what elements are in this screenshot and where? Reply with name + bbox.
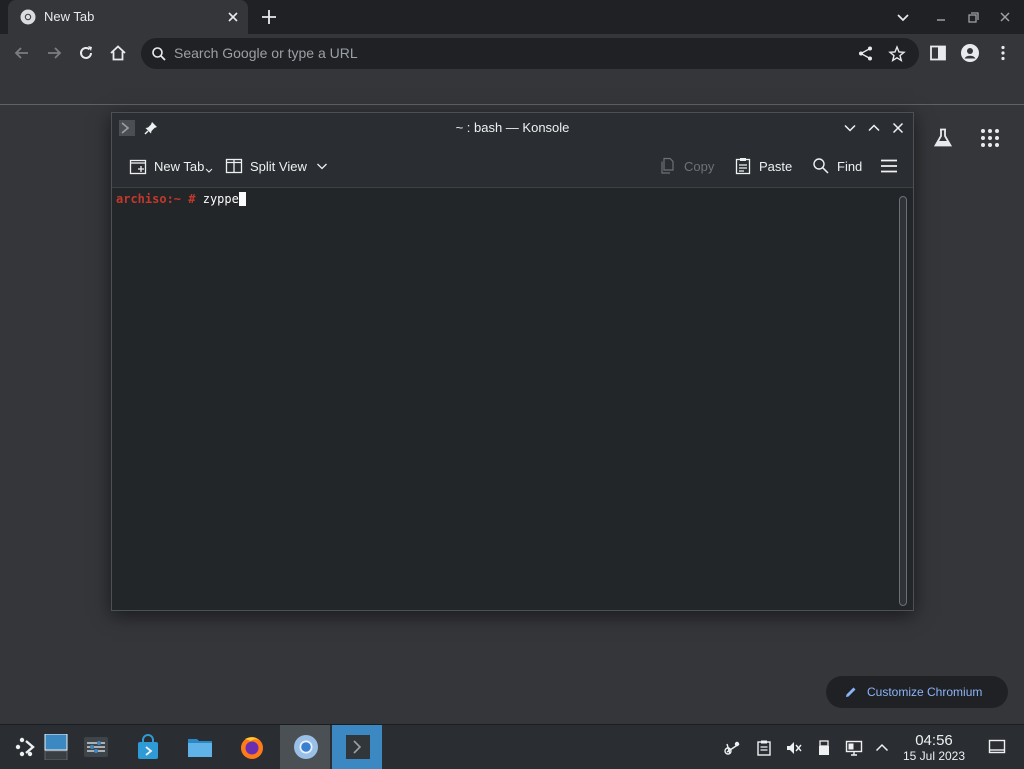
prompt-symbol: # [181, 192, 203, 206]
clock-date: 15 Jul 2023 [902, 749, 966, 763]
network-icon[interactable] [845, 739, 863, 757]
task-chromium[interactable] [280, 725, 330, 769]
konsole-toolbar: New Tab Split View Copy Paste Find [112, 143, 913, 188]
paste-button[interactable]: Paste [734, 155, 792, 177]
minimize-icon[interactable] [932, 8, 950, 26]
window-close-icon[interactable] [996, 8, 1014, 26]
terminal-scrollbar[interactable] [896, 188, 913, 610]
browser-tab[interactable]: New Tab [8, 0, 248, 34]
close-window-icon[interactable] [890, 120, 906, 136]
find-magnifier-icon [813, 158, 829, 174]
tab-search-chevron-icon[interactable] [894, 8, 912, 26]
share-icon[interactable] [857, 45, 874, 62]
chevron-down-icon [316, 163, 327, 170]
system-settings-icon [84, 737, 108, 757]
tab-strip: New Tab [0, 0, 1024, 34]
folder-icon [188, 739, 212, 757]
task-discover-store[interactable] [122, 725, 172, 769]
close-tab-icon[interactable] [224, 8, 242, 26]
clock[interactable]: 04:56 15 Jul 2023 [900, 732, 968, 764]
side-panel-icon[interactable] [928, 43, 948, 63]
split-view-icon [225, 158, 243, 174]
toolbar-divider [0, 104, 1024, 105]
copy-label: Copy [684, 158, 715, 174]
terminal-cursor [238, 192, 246, 206]
virtual-desktop-pager-icon [44, 734, 68, 760]
prompt-path: :~ [166, 192, 182, 206]
task-firefox[interactable] [226, 725, 276, 769]
paste-icon [735, 158, 751, 175]
paste-label: Paste [759, 158, 793, 174]
split-view-label: Split View [250, 158, 307, 174]
pencil-icon [846, 687, 856, 697]
show-desktop-icon[interactable] [988, 738, 1006, 756]
dropdown-indicator-icon [205, 168, 213, 173]
clipboard-icon[interactable] [755, 739, 773, 757]
typed-command: zyppe [202, 192, 239, 206]
copy-button[interactable]: Copy [659, 155, 714, 177]
forward-arrow-icon[interactable] [44, 43, 64, 63]
konsole-terminal-icon [346, 735, 370, 759]
back-arrow-icon[interactable] [12, 43, 32, 63]
customize-label: Customize Chromium [867, 685, 983, 699]
task-system-settings[interactable] [70, 725, 120, 769]
taskbar: 04:56 15 Jul 2023 [0, 724, 1024, 769]
labs-flask-icon[interactable] [932, 127, 954, 149]
tab-title: New Tab [44, 9, 95, 24]
address-placeholder: Search Google or type a URL [174, 45, 358, 61]
google-apps-icon[interactable] [980, 128, 1000, 148]
customize-chromium-button[interactable]: Customize Chromium [826, 676, 1008, 708]
restore-icon[interactable] [964, 8, 982, 26]
reload-icon[interactable] [76, 43, 96, 63]
bookmark-star-icon[interactable] [888, 45, 906, 63]
browser-toolbar: Search Google or type a URL [0, 34, 1024, 72]
browser-menu-icon[interactable] [993, 43, 1013, 63]
maximize-chevron-icon[interactable] [866, 120, 882, 136]
chromium-icon [20, 9, 36, 25]
konsole-titlebar[interactable]: ~ : bash — Konsole [112, 113, 913, 143]
split-view-button[interactable]: Split View [225, 155, 336, 177]
address-bar[interactable]: Search Google or type a URL [141, 38, 919, 69]
copy-icon [661, 157, 674, 174]
new-tab-plus-icon [129, 159, 147, 175]
profile-avatar-icon[interactable] [960, 43, 980, 63]
new-tab-button[interactable]: New Tab [129, 155, 213, 177]
hamburger-menu-icon[interactable] [879, 156, 899, 176]
konsole-window-title: ~ : bash — Konsole [455, 120, 570, 135]
volume-muted-icon[interactable] [785, 739, 803, 757]
new-tab-icon[interactable] [258, 6, 280, 28]
find-button[interactable]: Find [812, 155, 862, 177]
search-icon [152, 47, 166, 61]
terminal-prompt-line: archiso:~ # zyppe [116, 192, 246, 206]
task-konsole[interactable] [332, 725, 382, 769]
prompt-host: archiso [116, 192, 167, 206]
minimize-chevron-icon[interactable] [842, 120, 858, 136]
discover-store-icon [138, 734, 158, 759]
clock-time: 04:56 [915, 732, 953, 749]
new-tab-label: New Tab [154, 158, 205, 174]
find-label: Find [837, 158, 863, 174]
task-dolphin-files[interactable] [174, 725, 224, 769]
terminal-area[interactable]: archiso:~ # zyppe [112, 188, 896, 610]
scrollbar-thumb[interactable] [899, 196, 907, 606]
usb-device-icon[interactable] [815, 739, 833, 757]
firefox-icon [241, 737, 263, 759]
kde-connect-icon[interactable] [724, 739, 742, 757]
konsole-window: ~ : bash — Konsole New Tab Split View Co… [111, 112, 914, 611]
home-icon[interactable] [108, 43, 128, 63]
chromium-icon [294, 735, 318, 759]
tray-expand-chevron-icon[interactable] [873, 739, 891, 757]
